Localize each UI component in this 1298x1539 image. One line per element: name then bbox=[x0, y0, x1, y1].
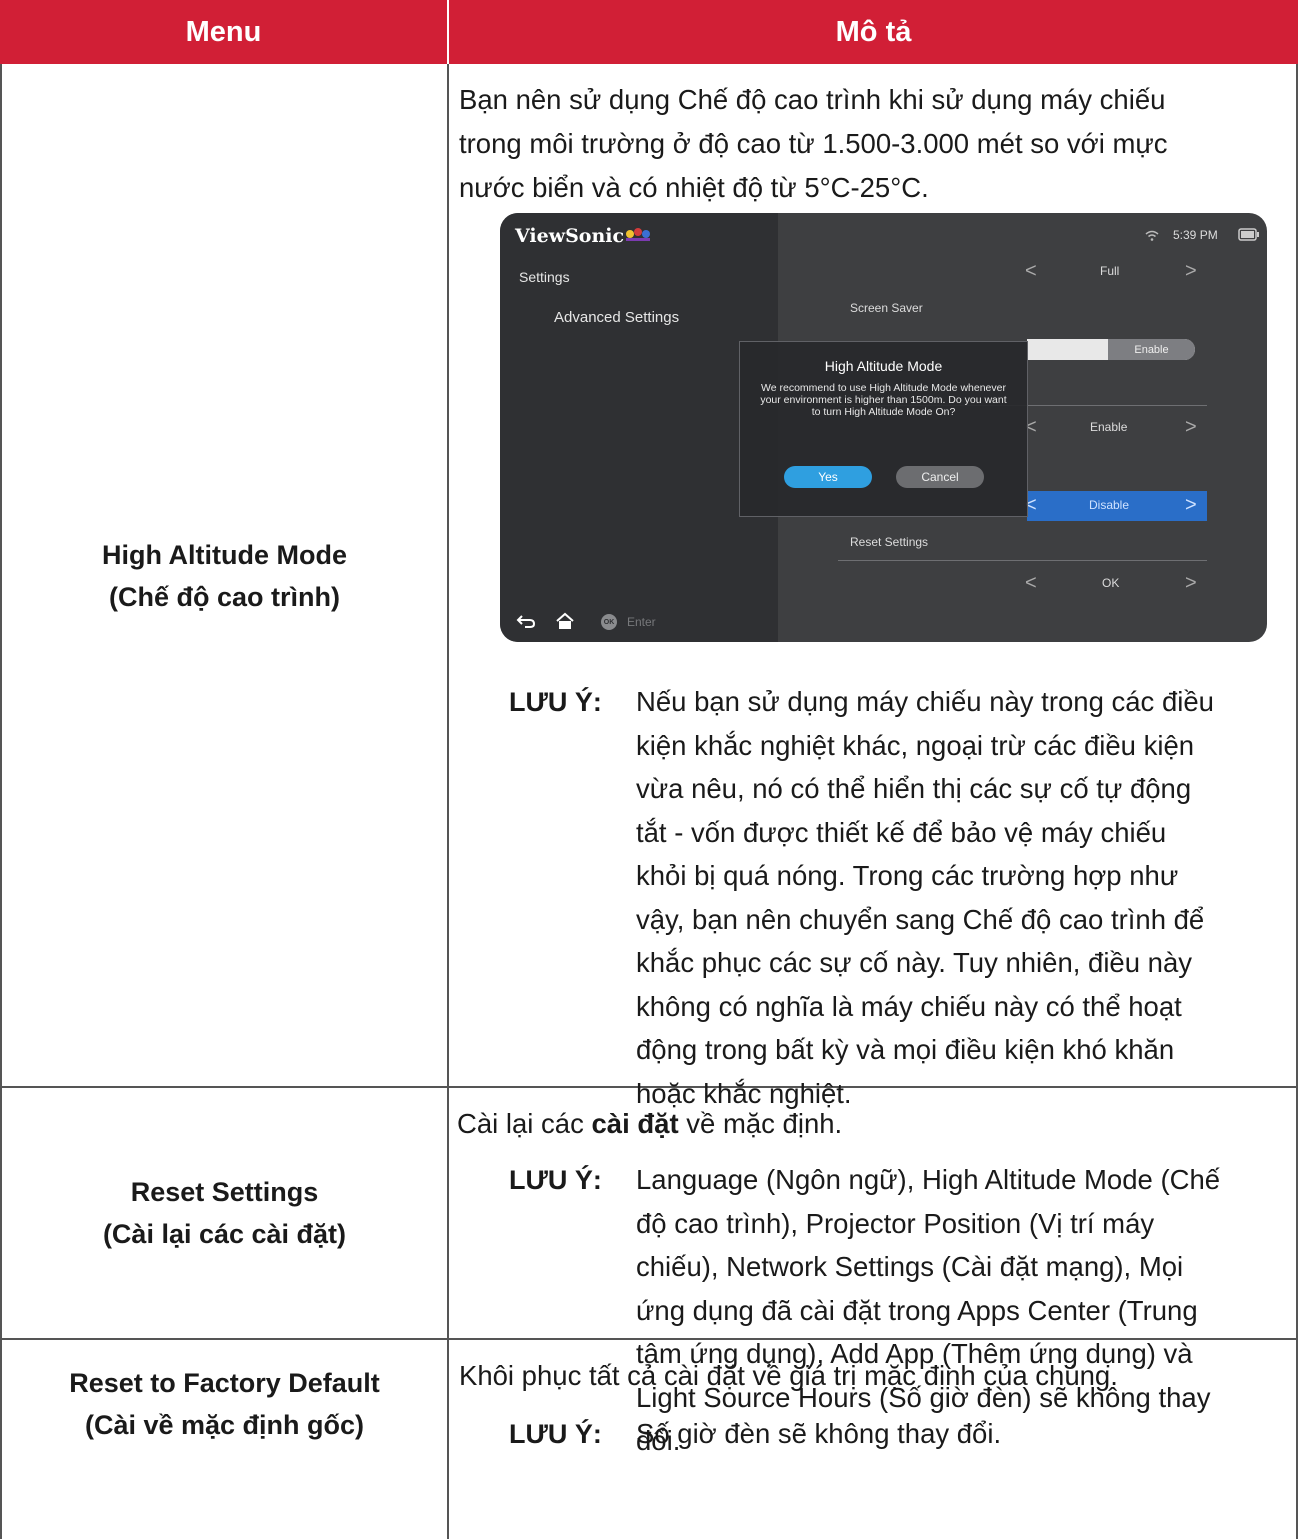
menu-cell-high-altitude: High Altitude Mode (Chế độ cao trình) bbox=[2, 66, 447, 1086]
high-altitude-value: Disable bbox=[1089, 498, 1130, 512]
description-reset-settings: Cài lại các cài đặt về mặc định. bbox=[457, 1108, 843, 1139]
column-divider bbox=[447, 64, 449, 1539]
chevron-right-icon[interactable]: > bbox=[1185, 572, 1197, 595]
menu-subtitle: (Cài lại các cài đặt) bbox=[102, 1219, 347, 1249]
menu-title: High Altitude Mode bbox=[102, 540, 347, 570]
setting-label-reset-settings[interactable]: Reset Settings bbox=[850, 535, 928, 549]
note-label: LƯU Ý: bbox=[509, 1419, 602, 1449]
setting-label-screen-saver[interactable]: Screen Saver bbox=[850, 301, 923, 315]
yes-button[interactable]: Yes bbox=[784, 466, 872, 488]
option-value: Enable bbox=[1090, 420, 1128, 434]
toggle-enable[interactable]: Enable bbox=[1108, 339, 1195, 360]
note-label: LƯU Ý: bbox=[509, 687, 602, 717]
chevron-right-icon[interactable]: > bbox=[1185, 416, 1197, 439]
high-altitude-dialog: High Altitude Mode We recommend to use H… bbox=[739, 341, 1028, 517]
section-title: Advanced Settings bbox=[554, 309, 680, 326]
ok-button-icon: OK bbox=[601, 614, 617, 630]
back-icon[interactable] bbox=[516, 613, 536, 629]
menu-title: Reset Settings bbox=[130, 1177, 319, 1207]
viewsonic-birds-icon bbox=[626, 228, 650, 241]
description-factory-default: Khôi phục tất cả cài đặt về giá trị mặc … bbox=[459, 1360, 1118, 1391]
menu-title: Reset to Factory Default bbox=[69, 1368, 380, 1398]
menu-cell-factory-default: Reset to Factory Default (Cài về mặc địn… bbox=[2, 1340, 447, 1539]
menu-subtitle: (Chế độ cao trình) bbox=[109, 582, 340, 612]
settings-table: Menu Mô tả High Altitude Mode (Chế độ ca… bbox=[0, 0, 1298, 1539]
battery-icon bbox=[1238, 228, 1259, 241]
chevron-right-icon[interactable]: > bbox=[1185, 260, 1197, 283]
column-header-description: Mô tả bbox=[449, 0, 1298, 64]
menu-subtitle: (Cài về mặc định gốc) bbox=[84, 1410, 365, 1440]
status-time: 5:39 PM bbox=[1173, 228, 1218, 242]
chevron-right-icon[interactable]: > bbox=[1185, 494, 1197, 517]
projector-settings-screenshot: ViewSonic 5:39 PM Settings Advanced Sett… bbox=[500, 213, 1267, 642]
note-high-altitude: Nếu bạn sử dụng máy chiếu này trong các … bbox=[636, 686, 1214, 1109]
note-factory-default: Số giờ đèn sẽ không thay đổi. bbox=[636, 1418, 1002, 1449]
chevron-left-icon[interactable]: < bbox=[1025, 260, 1037, 283]
option-value: Full bbox=[1100, 264, 1120, 278]
wifi-icon bbox=[1145, 230, 1159, 241]
dialog-title: High Altitude Mode bbox=[824, 358, 943, 374]
description-high-altitude: Bạn nên sử dụng Chế độ cao trình khi sử … bbox=[459, 84, 1168, 203]
menu-cell-reset-settings: Reset Settings (Cài lại các cài đặt) bbox=[2, 1088, 447, 1338]
dialog-message: We recommend to use High Altitude Mode w… bbox=[760, 382, 1007, 418]
chevron-left-icon[interactable]: < bbox=[1025, 572, 1037, 595]
brand-logo-text: ViewSonic bbox=[515, 225, 625, 247]
note-label: LƯU Ý: bbox=[509, 1165, 602, 1195]
breadcrumb: Settings bbox=[519, 269, 570, 285]
row-separator bbox=[838, 560, 1207, 561]
column-header-menu: Menu bbox=[0, 0, 447, 64]
home-icon[interactable] bbox=[555, 612, 575, 630]
cancel-button[interactable]: Cancel bbox=[896, 466, 984, 488]
enter-hint: Enter bbox=[627, 615, 656, 629]
option-value: OK bbox=[1102, 576, 1120, 590]
